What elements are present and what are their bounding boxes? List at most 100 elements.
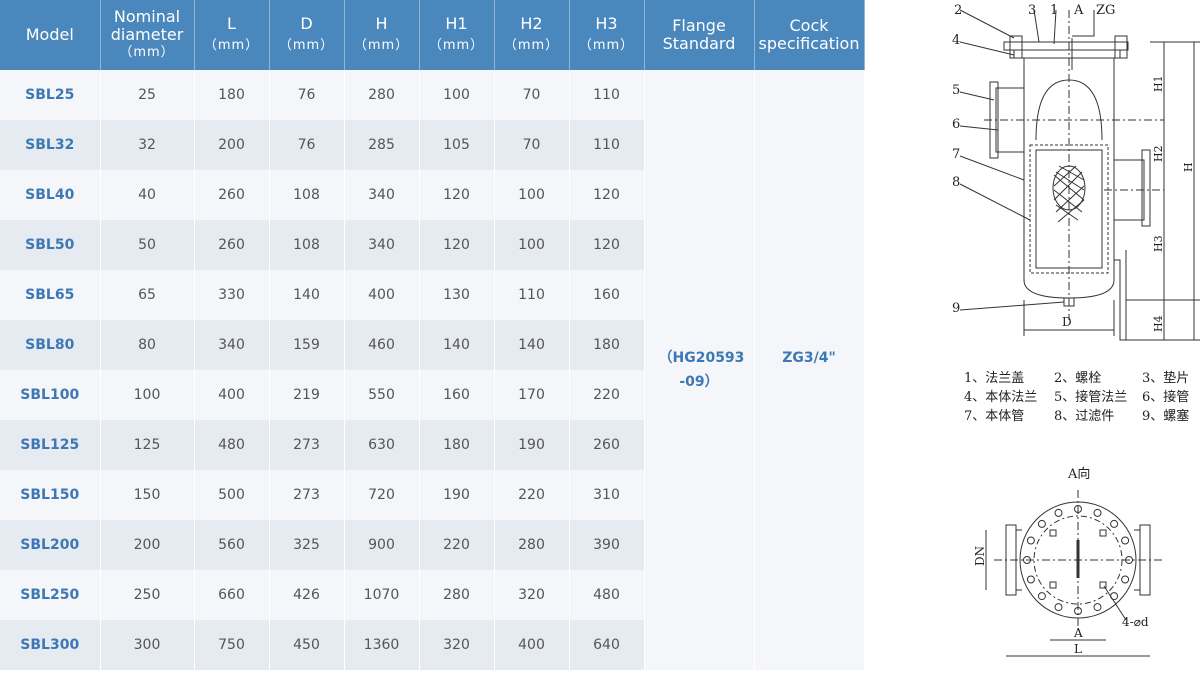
flange-bolt-hole xyxy=(1093,603,1102,612)
value-cell: 70 xyxy=(494,120,570,170)
value-cell: 340 xyxy=(194,320,270,370)
value-cell: 480 xyxy=(569,570,645,620)
legend-item-5: 5、接管法兰 xyxy=(1054,389,1127,405)
flange-bolt-hole xyxy=(1026,575,1035,584)
part-num-9: 9 xyxy=(952,301,960,316)
body-flange-shape xyxy=(1013,49,1121,59)
part-num-6: 6 xyxy=(952,117,960,132)
value-cell: 310 xyxy=(569,470,645,520)
model-cell: SBL65 xyxy=(0,270,101,320)
value-cell: 110 xyxy=(569,120,645,170)
model-cell: SBL100 xyxy=(0,370,101,420)
value-cell: 110 xyxy=(569,70,645,120)
value-cell: 400 xyxy=(194,370,270,420)
model-cell: SBL80 xyxy=(0,320,101,370)
value-cell: 120 xyxy=(569,170,645,220)
header-h1: H1 （mm） xyxy=(419,0,495,70)
value-cell: 460 xyxy=(344,320,420,370)
model-cell: SBL125 xyxy=(0,420,101,470)
legend-item-7: 7、本体管 xyxy=(964,409,1024,424)
flange-bolt-hole xyxy=(1110,519,1119,528)
dim-h3-label: H3 xyxy=(1152,235,1165,252)
value-cell: 300 xyxy=(100,620,195,670)
header-d: D （mm） xyxy=(269,0,345,70)
value-cell: 900 xyxy=(344,520,420,570)
table-header-row: Model Nominal diameter （mm） L （mm） D （mm） H… xyxy=(0,0,865,70)
legend-item-6: 6、接管 xyxy=(1142,389,1189,405)
model-cell: SBL200 xyxy=(0,520,101,570)
value-cell: 76 xyxy=(269,120,345,170)
value-cell: 260 xyxy=(569,420,645,470)
value-cell: 160 xyxy=(569,270,645,320)
value-cell: 1360 xyxy=(344,620,420,670)
value-cell: 160 xyxy=(419,370,495,420)
leader-6 xyxy=(959,125,999,131)
a-view-bolt-label: 4-⌀d xyxy=(1122,615,1149,629)
leader-8 xyxy=(959,183,1031,221)
value-cell: 108 xyxy=(269,170,345,220)
value-cell: 280 xyxy=(419,570,495,620)
value-cell: 220 xyxy=(569,370,645,420)
part-num-7: 7 xyxy=(952,147,960,162)
value-cell: 340 xyxy=(344,220,420,270)
value-cell: 320 xyxy=(419,620,495,670)
header-h2: H2 （mm） xyxy=(494,0,570,70)
value-cell: 120 xyxy=(419,220,495,270)
value-cell: 40 xyxy=(100,170,195,220)
value-cell: 76 xyxy=(269,70,345,120)
value-cell: 260 xyxy=(194,220,270,270)
value-cell: 80 xyxy=(100,320,195,370)
part-num-3: 3 xyxy=(1028,3,1036,18)
value-cell: 390 xyxy=(569,520,645,570)
value-cell: 325 xyxy=(269,520,345,570)
value-cell: 250 xyxy=(100,570,195,620)
a-view-bolt-hole-1 xyxy=(1049,529,1057,537)
value-cell: 180 xyxy=(419,420,495,470)
outlet-flange-shape xyxy=(1141,149,1151,227)
value-cell: 330 xyxy=(194,270,270,320)
cock-specification-cell: ZG3/4" xyxy=(754,70,865,670)
value-cell: 219 xyxy=(269,370,345,420)
leader-9 xyxy=(959,301,1065,311)
value-cell: 1070 xyxy=(344,570,420,620)
header-cock-specification: Cock specification xyxy=(754,0,865,70)
dim-h2-label: H2 xyxy=(1152,145,1165,162)
model-cell: SBL300 xyxy=(0,620,101,670)
flange-bolt-hole xyxy=(1037,592,1046,601)
model-cell: SBL250 xyxy=(0,570,101,620)
value-cell: 320 xyxy=(494,570,570,620)
value-cell: 640 xyxy=(569,620,645,670)
value-cell: 220 xyxy=(494,470,570,520)
part-num-4: 4 xyxy=(952,33,960,48)
flange-bolt-hole xyxy=(1121,536,1130,545)
value-cell: 260 xyxy=(194,170,270,220)
part-num-8: 8 xyxy=(952,175,960,190)
value-cell: 200 xyxy=(100,520,195,570)
leader-7 xyxy=(959,155,1025,181)
value-cell: 100 xyxy=(494,170,570,220)
legend-item-4: 4、本体法兰 xyxy=(964,390,1037,405)
part-num-5: 5 xyxy=(952,83,960,98)
value-cell: 50 xyxy=(100,220,195,270)
legend-item-1: 1、法兰盖 xyxy=(964,371,1024,386)
model-cell: SBL150 xyxy=(0,470,101,520)
value-cell: 120 xyxy=(569,220,645,270)
value-cell: 65 xyxy=(100,270,195,320)
a-view-dim-a-label: A xyxy=(1073,626,1083,640)
value-cell: 150 xyxy=(100,470,195,520)
strainer-diagram-svg: 2 3 1 4 5 6 7 8 9 A ZG D H1 H2 H H3 H4 1… xyxy=(952,3,1200,657)
flange-bolt-hole xyxy=(1026,536,1035,545)
flange-cover-shape xyxy=(1003,41,1129,51)
value-cell: 560 xyxy=(194,520,270,570)
value-cell: 400 xyxy=(344,270,420,320)
value-cell: 400 xyxy=(494,620,570,670)
value-cell: 480 xyxy=(194,420,270,470)
legend-item-3: 3、垫片 xyxy=(1142,370,1189,386)
value-cell: 426 xyxy=(269,570,345,620)
value-cell: 500 xyxy=(194,470,270,520)
value-cell: 200 xyxy=(194,120,270,170)
flange-bolt-hole xyxy=(1093,508,1102,517)
header-h3: H3 （mm） xyxy=(569,0,645,70)
value-cell: 100 xyxy=(494,220,570,270)
value-cell: 273 xyxy=(269,470,345,520)
